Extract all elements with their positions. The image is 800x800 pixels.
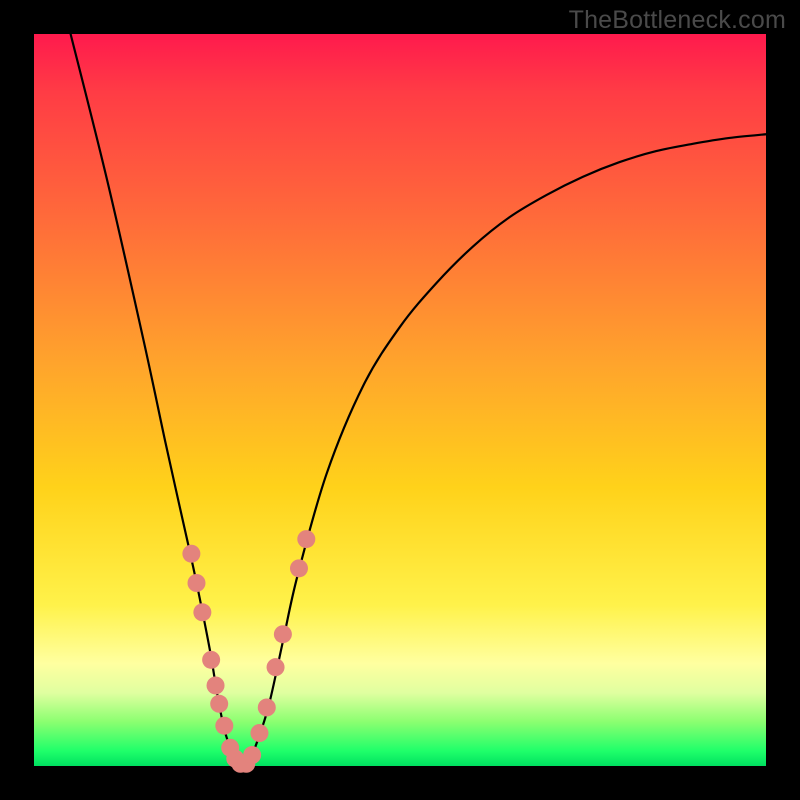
data-marker [267,658,285,676]
data-marker [215,717,233,735]
watermark-text: TheBottleneck.com [569,6,786,35]
curve-layer [71,34,766,768]
data-marker [207,676,225,694]
data-marker [290,559,308,577]
data-marker [210,695,228,713]
data-marker [243,746,261,764]
data-marker [182,545,200,563]
chart-svg [0,0,800,800]
marker-layer [182,530,315,773]
chart-frame: TheBottleneck.com [0,0,800,800]
data-marker [193,603,211,621]
data-marker [250,724,268,742]
data-marker [202,651,220,669]
data-marker [258,698,276,716]
bottleneck-curve [71,34,766,768]
data-marker [188,574,206,592]
data-marker [274,625,292,643]
data-marker [297,530,315,548]
